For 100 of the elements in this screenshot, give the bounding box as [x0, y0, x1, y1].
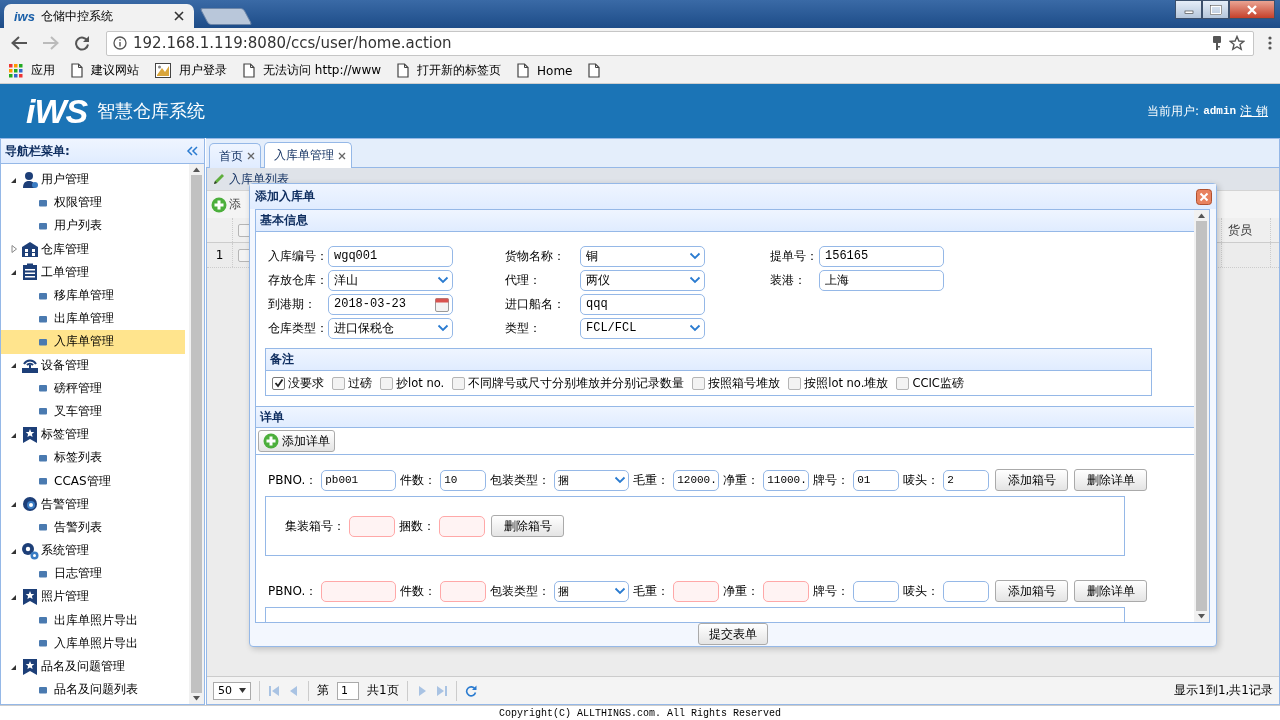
text-field[interactable] [440, 580, 487, 602]
text-field[interactable]: 2 [943, 469, 990, 491]
first-page-icon[interactable] [268, 684, 280, 697]
logout-link[interactable]: 注 销 [1240, 102, 1268, 120]
tree-item[interactable]: 标签列表 [1, 446, 185, 470]
close-icon[interactable] [247, 152, 255, 160]
tree-item[interactable]: 叉车管理 [1, 399, 185, 424]
tree-item[interactable]: 出库单照片导出 [1, 608, 185, 632]
tree-item[interactable]: 品名及问题列表 [1, 678, 185, 702]
tab[interactable]: 首页 [209, 143, 261, 168]
form-button[interactable]: 删除详单 [1074, 580, 1148, 602]
text-field[interactable]: pb001 [321, 469, 397, 491]
tree-item[interactable]: 照片管理 [1, 585, 185, 609]
checkbox[interactable] [692, 376, 706, 390]
text-field[interactable] [439, 515, 485, 537]
select-field[interactable]: 捆 [554, 469, 630, 491]
form-button[interactable]: 添加箱号 [995, 580, 1069, 602]
tree-item[interactable]: 用户列表 [1, 214, 185, 238]
scroll-down-icon[interactable] [192, 695, 201, 702]
add-detail-button[interactable]: 添加详单 [258, 430, 335, 452]
text-field[interactable]: qqq [580, 293, 705, 315]
checkbox[interactable] [332, 376, 345, 390]
add-button[interactable]: 添 [209, 196, 243, 213]
close-icon[interactable] [174, 11, 184, 21]
forward-icon[interactable] [42, 35, 60, 51]
bookmark-link[interactable]: 无法访问 http://www [243, 62, 382, 79]
tab[interactable]: 入库单管理 [264, 142, 352, 168]
select-field[interactable]: 铜 [580, 245, 705, 267]
collapse-icon[interactable] [186, 146, 198, 156]
bookmark-link[interactable]: Home [517, 63, 573, 78]
browser-tab[interactable]: iws 仓储中控系统 [4, 4, 194, 28]
key-icon[interactable] [1211, 35, 1223, 51]
maximize-button[interactable] [1202, 0, 1229, 19]
tree-item[interactable]: 告警列表 [1, 515, 185, 539]
bookmark-link[interactable]: 应用 [9, 62, 55, 79]
bookmark-link[interactable]: 打开新的标签页 [397, 62, 502, 79]
tree-item[interactable]: 移库单管理 [1, 283, 185, 308]
text-field[interactable] [321, 580, 397, 602]
select-field[interactable]: 洋山 [328, 269, 453, 291]
tree-item[interactable]: 入库单照片导出 [1, 631, 185, 655]
text-field[interactable]: 10 [440, 469, 487, 491]
bookmark-link[interactable]: 建议网站 [71, 62, 139, 79]
scrollbar[interactable] [189, 164, 204, 704]
form-button[interactable]: 删除箱号 [491, 515, 564, 537]
tree-item[interactable]: 出库单管理 [1, 307, 185, 331]
checkbox[interactable] [788, 376, 802, 390]
checkbox[interactable] [380, 376, 393, 390]
tree-item[interactable]: CCAS管理 [1, 469, 185, 493]
submit-button[interactable]: 提交表单 [697, 623, 768, 645]
tree-item[interactable]: 设备管理 [1, 353, 185, 377]
scroll-up-icon[interactable] [192, 166, 201, 173]
tree-item[interactable]: 日志管理 [1, 562, 185, 586]
text-field[interactable] [763, 580, 810, 602]
text-field[interactable]: 156165 [819, 245, 944, 267]
tree-item[interactable]: 标签管理 [1, 423, 185, 447]
refresh-icon[interactable] [464, 684, 477, 697]
last-page-icon[interactable] [435, 684, 448, 697]
date-field[interactable]: 2018-03-23 [328, 293, 453, 315]
text-field[interactable] [853, 580, 900, 602]
select-field[interactable]: 进口保税仓 [328, 317, 453, 339]
text-field[interactable]: 11000. [763, 469, 810, 491]
tree-item[interactable]: 品名及问题管理 [1, 654, 185, 679]
tree-item[interactable]: 用户管理 [1, 168, 185, 192]
scroll-down-icon[interactable] [1197, 613, 1206, 620]
text-field[interactable]: 12000. [673, 469, 720, 491]
tree-item[interactable]: 仓库管理 [1, 237, 185, 261]
text-field[interactable] [673, 580, 720, 602]
back-icon[interactable] [10, 35, 28, 51]
form-button[interactable]: 添加箱号 [995, 469, 1069, 491]
page-size-select[interactable]: 50 [213, 681, 251, 700]
tree-item[interactable]: 入库单管理 [1, 330, 185, 354]
address-field[interactable]: 192.168.1.119:8080/ccs/user/home.action [106, 30, 1254, 56]
star-icon[interactable] [1229, 35, 1245, 51]
tree-item[interactable]: 系统管理 [1, 539, 185, 563]
text-field[interactable] [349, 515, 395, 537]
checkbox[interactable] [452, 376, 466, 390]
reload-icon[interactable] [74, 35, 90, 51]
minimize-button[interactable] [1175, 0, 1202, 19]
select-field[interactable]: 两仪 [580, 269, 705, 291]
bookmark-link[interactable]: 用户登录 [155, 62, 227, 79]
tree-item[interactable]: 告警管理 [1, 492, 185, 516]
tree-item[interactable]: 磅秤管理 [1, 376, 185, 400]
tree-item[interactable]: 工单管理 [1, 260, 185, 284]
form-button[interactable]: 删除详单 [1074, 469, 1148, 491]
menu-icon[interactable] [1268, 35, 1272, 51]
text-field[interactable]: 上海 [819, 269, 944, 291]
close-icon[interactable] [338, 151, 346, 160]
select-field[interactable]: FCL/FCL [580, 317, 705, 339]
checkbox[interactable] [272, 376, 285, 390]
select-field[interactable]: 捆 [554, 580, 630, 602]
close-button[interactable] [1229, 0, 1275, 19]
text-field[interactable]: 01 [853, 469, 900, 491]
tree-item[interactable]: 权限管理 [1, 191, 185, 215]
previous-page-icon[interactable] [288, 684, 300, 697]
page-number-field[interactable]: 1 [337, 681, 359, 700]
text-field[interactable]: wgq001 [328, 245, 453, 267]
text-field[interactable] [943, 580, 990, 602]
close-icon[interactable] [1196, 188, 1212, 205]
scrollbar[interactable] [1194, 210, 1209, 622]
checkbox[interactable] [896, 376, 910, 390]
